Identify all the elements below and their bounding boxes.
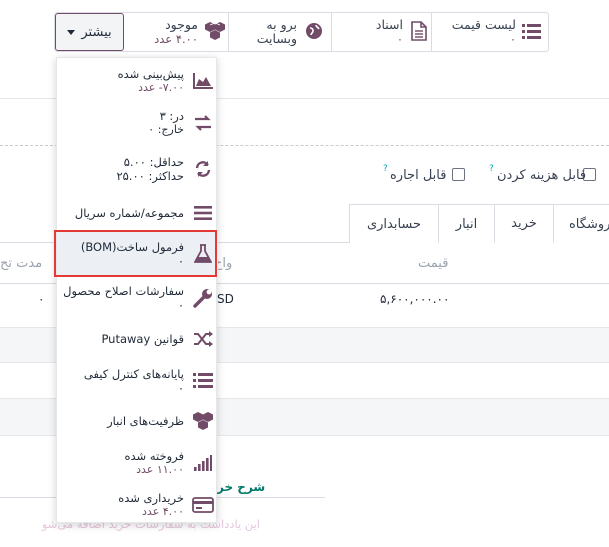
random-icon: [192, 328, 214, 350]
go-to-website-smart-button[interactable]: برو به وبسایت: [229, 13, 331, 51]
purchase-description-label: شرح خر: [217, 480, 266, 494]
pricelist-label: لیست قیمت: [451, 17, 516, 32]
price-cell[interactable]: ۵,۶۰۰,۰۰۰.۰۰: [380, 292, 449, 306]
caret-down-icon: [67, 29, 76, 35]
can-be-rented-label: قابل اجاره: [390, 168, 447, 183]
menu-item-sold[interactable]: فروخته شده ۱۱.۰۰ عدد: [57, 446, 218, 480]
signal-icon: [192, 452, 214, 474]
globe-icon: [305, 22, 323, 43]
lead-time-column-header: مدت تح: [0, 256, 43, 271]
on-hand-smart-button[interactable]: موجود ۴.۰۰ عدد: [124, 13, 228, 51]
more-button-label: بیشتر: [81, 24, 112, 40]
website-label-line1: برو به: [266, 17, 297, 32]
bom-highlight-box: [54, 230, 217, 277]
refresh-icon: [192, 158, 214, 180]
can-be-expensed-field[interactable]: [452, 168, 465, 181]
cubes-icon: [192, 410, 214, 432]
documents-smart-button[interactable]: اسناد ۰: [332, 13, 431, 51]
document-icon: [411, 20, 427, 44]
help-tooltip-icon[interactable]: ?: [489, 164, 494, 174]
area-chart-icon: [192, 70, 214, 92]
menu-item-forecasted[interactable]: پیش‌بینی شده ۷.۰۰- عدد: [57, 64, 218, 98]
pricelist-smart-button[interactable]: لیست قیمت ۰: [448, 13, 548, 51]
documents-label: اسناد: [375, 17, 403, 32]
tab-inventory[interactable]: انبار: [438, 204, 495, 243]
menu-item-purchased[interactable]: خریداری شده ۴.۰۰ عدد: [57, 488, 218, 522]
tasks-icon: [192, 370, 214, 392]
cubes-icon: [204, 21, 226, 44]
pricelist-count: ۰: [509, 32, 516, 46]
website-label-line2: وبسایت: [256, 31, 297, 46]
menu-item-storage-capacities[interactable]: ظرفیت‌های انبار: [57, 408, 218, 434]
tab-shop[interactable]: فروشگاه: [553, 204, 609, 243]
menu-item-quality-points[interactable]: پایانه‌های کنترل کیفی ۰: [57, 363, 218, 399]
list-icon: [522, 22, 542, 43]
currency-cell: SD: [217, 292, 234, 306]
on-hand-qty: ۴.۰۰ عدد: [154, 32, 198, 46]
smart-buttons-bar: لیست قیمت ۰ اسناد ۰ برو به وبسایت موجود …: [54, 12, 549, 52]
menu-item-min-max[interactable]: حداقل: ۵.۰۰ حداکثر: ۲۵.۰۰: [57, 152, 218, 186]
credit-card-icon: [192, 494, 214, 516]
menu-item-putaway-rules[interactable]: قوانین Putaway: [57, 327, 218, 351]
on-hand-label: موجود: [165, 17, 198, 32]
menu-item-repair-orders[interactable]: سفارشات اصلاح محصول ۰: [57, 280, 218, 316]
more-button[interactable]: بیشتر: [55, 13, 124, 51]
tab-purchase[interactable]: خرید: [494, 204, 554, 243]
documents-count: ۰: [396, 32, 403, 46]
exchange-icon: [192, 112, 214, 134]
menu-item-lots-serial[interactable]: مجموعه/شماره سریال: [57, 200, 218, 226]
can-be-expensed-checkbox[interactable]: [452, 168, 465, 181]
lead-time-cell[interactable]: ۰: [38, 292, 44, 306]
menu-item-in-out[interactable]: در: ۳ خارج: ۰: [57, 106, 218, 140]
more-dropdown-menu: پیش‌بینی شده ۷.۰۰- عدد در: ۳ خارج: ۰ حدا…: [56, 57, 218, 523]
tab-accounting[interactable]: حسابداری: [349, 204, 439, 243]
wrench-icon: [192, 287, 214, 309]
bars-icon: [192, 202, 214, 224]
help-tooltip-icon-2[interactable]: ?: [383, 164, 388, 174]
price-column-header: قیمت: [418, 256, 449, 271]
can-be-expensed-label: قابل هزینه کردن: [497, 168, 587, 183]
